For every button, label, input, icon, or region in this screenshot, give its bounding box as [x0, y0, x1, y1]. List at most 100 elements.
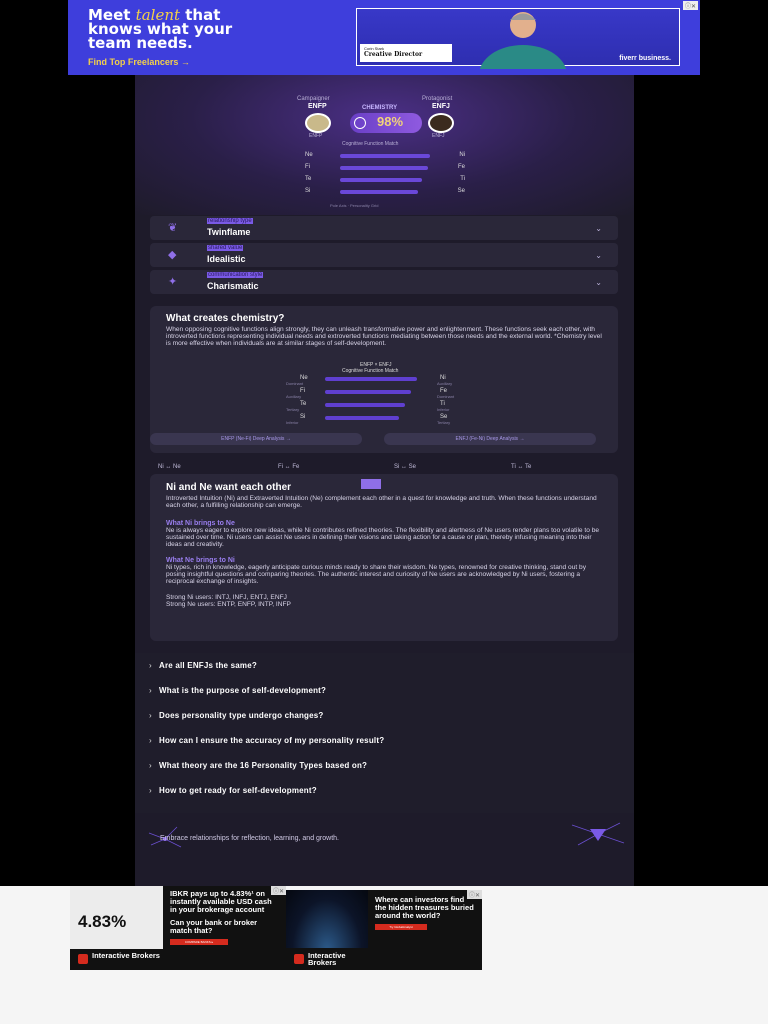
earth-image: Interactive Brokers	[286, 890, 368, 970]
heart-wings-icon: ❦	[168, 222, 178, 234]
ni-ne-card: Ni and Ne want each other Introverted In…	[150, 474, 618, 641]
faq-item[interactable]: › Does personality type undergo changes?	[149, 711, 324, 720]
function-right-label: Ti	[460, 176, 465, 182]
enfj-avatar	[428, 113, 454, 133]
tab-ti-te[interactable]: Ti ↔ Te	[511, 464, 531, 470]
left-type-label: ENFP	[308, 103, 327, 110]
compatibility-hero: Campaigner ENFP ENFP CHEMISTRY 98% Prota…	[135, 75, 634, 215]
function-row: Te Ti	[305, 176, 465, 184]
adchoices-icon[interactable]: ⓘ✕	[466, 890, 482, 899]
ad-name-card: Corin Stark Creative Director	[360, 44, 452, 62]
ad-graphic: 4.83% Interactive Brokers	[70, 886, 163, 970]
ad-copy: Where can investors find the hidden trea…	[368, 890, 482, 970]
faq-item[interactable]: › How can I ensure the accuracy of my per…	[149, 736, 384, 745]
function-left-label: Te	[305, 176, 312, 182]
chemistry-title: What creates chemistry?	[166, 313, 285, 324]
chevron-right-icon: ›	[149, 686, 152, 695]
tab-ni-ne[interactable]: Ni ↔ Ne	[158, 464, 181, 470]
chemistry-percent: 98%	[377, 114, 404, 129]
sparkle-icon: ✦	[168, 276, 178, 288]
function-bar	[340, 166, 428, 170]
top-banner-ad[interactable]: Meet talent that knows what your team ne…	[68, 0, 700, 75]
chevron-right-icon: ›	[149, 736, 152, 745]
ni-brings-heading: What Ni brings to Ne	[166, 520, 235, 527]
ad-copy: IBKR pays up to 4.83%¹ on instantly avai…	[163, 886, 286, 970]
ad-headline: IBKR pays up to 4.83%¹ on instantly avai…	[170, 889, 272, 914]
ad-cta-link[interactable]: Find Top Freelancers →	[88, 57, 190, 67]
right-type-label: ENFJ	[432, 103, 450, 110]
function-bar	[340, 178, 422, 182]
title-accent-swatch	[361, 479, 381, 489]
heart-icon	[354, 117, 366, 129]
faq-item[interactable]: › Are all ENFJs the same?	[149, 661, 257, 670]
ad-button[interactable]: COMPARE BANKS ▸	[170, 939, 228, 945]
main-content: Campaigner ENFP ENFP CHEMISTRY 98% Prota…	[135, 75, 634, 886]
ni-ne-title: Ni and Ne want each other	[166, 482, 292, 493]
function-bar	[340, 190, 418, 194]
mini-match-bar	[325, 377, 417, 381]
ni-ne-intro: Introverted Intuition (Ni) and Extravert…	[166, 495, 597, 509]
bottom-ad-strip: 4.83% Interactive Brokers IBKR pays up t…	[0, 886, 768, 1024]
ibkr-ad-2[interactable]: Interactive Brokers Where can investors …	[286, 890, 482, 970]
function-row: Fi Fe	[305, 164, 465, 172]
trait-caption: communication style	[207, 272, 264, 278]
mini-right-role: Tertiary	[437, 420, 451, 425]
mini-left-role: Tertiary	[286, 407, 300, 412]
trait-communication-style[interactable]: ✦ communication style Charismatic ⌄	[150, 270, 618, 294]
mini-right-role: Dominant	[437, 394, 455, 399]
left-type-tag: ENFP	[309, 133, 323, 139]
left-role-label: Campaigner	[297, 96, 330, 102]
mini-match-bar	[325, 403, 405, 407]
ne-brings-heading: What Ne brings to Ni	[166, 557, 235, 564]
ad-headline: Meet talent that knows what your team ne…	[88, 6, 233, 52]
adchoices-icon[interactable]: ⓘ✕	[682, 1, 698, 10]
mini-left-role: Dominant	[286, 381, 304, 386]
chevron-right-icon: ›	[149, 786, 152, 795]
enfp-deep-analysis-button[interactable]: ENFP (Ne-Fi) Deep Analysis →	[150, 433, 362, 445]
tab-si-se[interactable]: Si ↔ Se	[394, 464, 416, 470]
ad-rate: 4.83%	[78, 912, 127, 931]
faq-section: › Are all ENFJs the same? › What is the pu…	[135, 653, 634, 813]
trait-shared-value[interactable]: ◆ shared value Idealistic ⌄	[150, 243, 618, 267]
trait-relationship-type[interactable]: ❦ relationship type Twinflame ⌄	[150, 216, 618, 240]
ne-brings-body: Ni types, rich in knowledge, eagerly ant…	[166, 564, 587, 585]
mini-subheader: Cognitive Function Match	[342, 368, 399, 374]
person-image	[479, 12, 567, 69]
adchoices-icon[interactable]: ⓘ✕	[270, 886, 286, 895]
gem-icon	[571, 822, 625, 846]
faq-item[interactable]: › How to get ready for self-development?	[149, 786, 317, 795]
faq-item[interactable]: › What is the purpose of self-development…	[149, 686, 326, 695]
mini-match-bar	[325, 416, 399, 420]
chemistry-label: CHEMISTRY	[362, 105, 398, 111]
trait-value: Charismatic	[207, 281, 259, 291]
function-left-label: Si	[305, 188, 311, 194]
chevron-right-icon: ›	[149, 711, 152, 720]
chemistry-body: When opposing cognitive functions align …	[166, 326, 602, 347]
chemistry-card: What creates chemistry? When opposing co…	[150, 306, 618, 453]
chevron-down-icon: ⌄	[595, 251, 602, 260]
faq-item[interactable]: › What theory are the 16 Personality Type…	[149, 761, 367, 770]
ad-button[interactable]: Try GlobalAnalyst	[375, 924, 427, 930]
enfp-avatar	[305, 113, 331, 133]
right-role-label: Protagonist	[422, 96, 453, 102]
ad-brand: fiverr business.	[619, 55, 671, 62]
mini-right-role: Auxiliary	[437, 381, 453, 386]
enfj-deep-analysis-button[interactable]: ENFJ (Fe-Ni) Deep Analysis →	[384, 433, 596, 445]
gem-icon: ◆	[168, 249, 177, 261]
function-match-label: Cognitive Function Match	[342, 141, 399, 147]
footer-tagline: Embrace relationships for reflection, le…	[160, 835, 339, 842]
chevron-down-icon: ⌄	[595, 278, 602, 287]
mini-left-function: Te	[300, 401, 307, 407]
mini-left-function: Si	[300, 414, 306, 420]
strong-ne-users: Strong Ne users: ENTP, ENFP, INTP, INFP	[166, 601, 291, 608]
chevron-right-icon: ›	[149, 661, 152, 670]
ib-logo: Interactive Brokers	[70, 949, 163, 970]
function-right-label: Fe	[457, 164, 465, 170]
trait-caption: shared value	[207, 245, 244, 251]
mini-left-role: Inferior	[286, 420, 299, 425]
chevron-right-icon: ›	[149, 761, 152, 770]
mini-match-bar	[325, 390, 411, 394]
tab-fi-fe[interactable]: Fi ↔ Fe	[278, 464, 299, 470]
ibkr-ad-1[interactable]: 4.83% Interactive Brokers IBKR pays up t…	[70, 886, 286, 970]
ad-photo: Corin Stark Creative Director fiverr bus…	[356, 8, 680, 69]
